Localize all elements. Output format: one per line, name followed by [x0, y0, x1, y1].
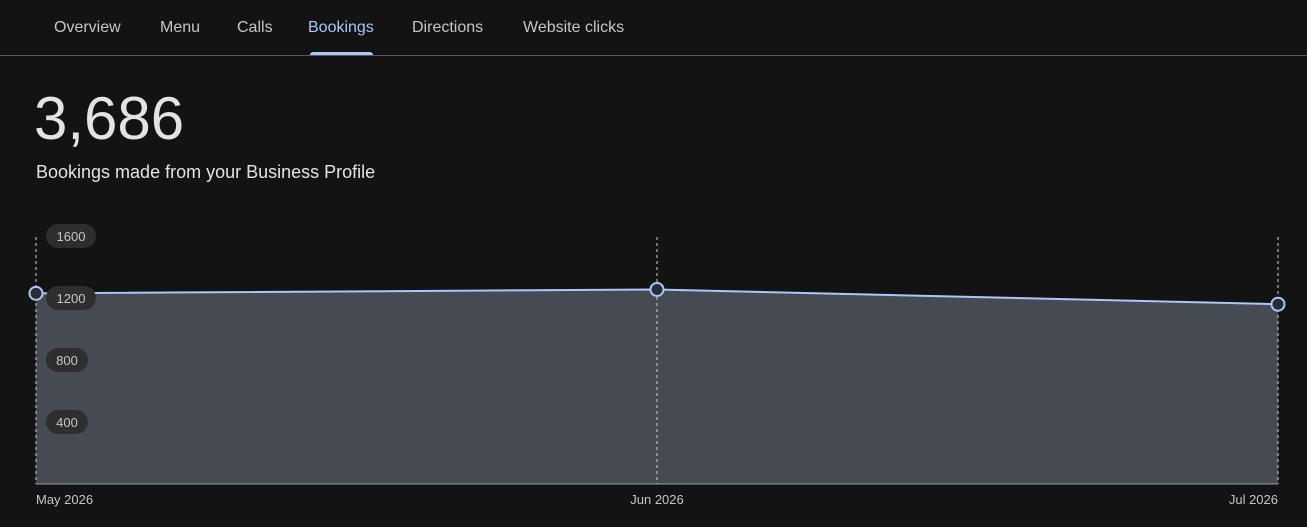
total-bookings-value: 3,686	[34, 85, 185, 152]
data-point-1	[649, 281, 665, 297]
active-tab-indicator	[310, 52, 373, 55]
tab-bar: Overview Menu Calls Bookings Directions …	[0, 0, 1307, 56]
tab-bookings[interactable]: Bookings	[308, 19, 374, 37]
x-tick-label-0: May 2026	[36, 492, 93, 507]
x-tick-label-2: Jul 2026	[1229, 492, 1278, 507]
tab-calls[interactable]: Calls	[237, 19, 273, 37]
tab-menu[interactable]: Menu	[160, 19, 200, 37]
x-tick-label-1: Jun 2026	[630, 492, 684, 507]
bookings-area-chart: 1600 1200 800 400 May 2026 Jun 2026 Jul 2026	[28, 224, 1286, 507]
tab-overview[interactable]: Overview	[54, 19, 121, 37]
total-bookings-description: Bookings made from your Business Profile	[36, 162, 376, 182]
tab-website-clicks[interactable]: Website clicks	[523, 19, 624, 37]
y-tick-label-2: 800	[56, 353, 78, 368]
data-point-2	[1270, 296, 1286, 312]
y-tick-label-0: 1600	[57, 229, 86, 244]
data-point-0	[28, 285, 44, 301]
y-tick-label-1: 1200	[57, 291, 86, 306]
tab-directions[interactable]: Directions	[412, 19, 483, 37]
y-tick-label-3: 400	[56, 415, 78, 430]
